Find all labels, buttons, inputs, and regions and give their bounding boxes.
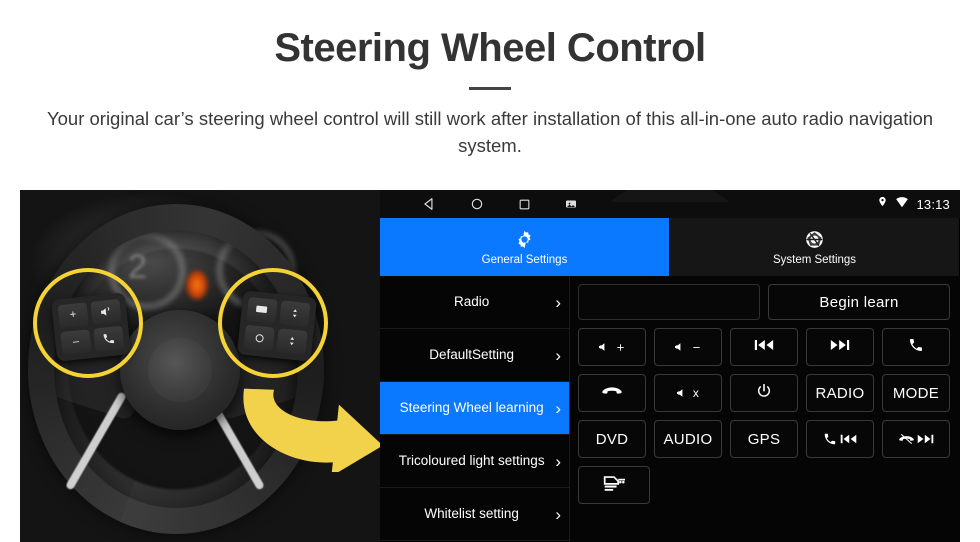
back-icon[interactable] (422, 197, 436, 211)
settings-body: Radio › DefaultSetting › Steering Wheel … (380, 276, 960, 542)
chevron-right-icon: › (555, 398, 561, 418)
sidebar-item-steering-wheel-learning[interactable]: Steering Wheel learning › (380, 382, 569, 435)
chevron-right-icon: › (555, 451, 561, 471)
radio-button[interactable]: RADIO (806, 374, 874, 412)
call-prev-button[interactable] (806, 420, 874, 458)
hangup-next-icon (898, 433, 934, 445)
previous-track-button[interactable] (730, 328, 798, 366)
android-status-bar: 13:13 (380, 190, 960, 218)
chevron-right-icon: › (555, 345, 561, 365)
sidebar-item-defaultsetting[interactable]: DefaultSetting › (380, 329, 569, 382)
settings-sidebar: Radio › DefaultSetting › Steering Wheel … (380, 276, 570, 542)
pointing-arrow (230, 386, 380, 477)
next-track-icon (830, 338, 850, 356)
page-root: Steering Wheel Control Your original car… (0, 0, 980, 542)
recents-icon[interactable] (518, 198, 531, 211)
head-unit-screen: 13:13 General Settings System Settings R… (380, 190, 960, 542)
sidebar-item-whitelist-setting[interactable]: Whitelist setting › (380, 488, 569, 541)
speaker-plus-icon (598, 340, 626, 354)
call-button[interactable] (882, 328, 950, 366)
screenshot-icon[interactable] (565, 198, 577, 210)
speaker-mute-icon: x (676, 386, 699, 400)
mode-button[interactable]: MODE (882, 374, 950, 412)
speaker-minus-icon (674, 340, 702, 354)
status-clock: 13:13 (916, 196, 950, 212)
navigation-buttons (422, 197, 577, 211)
highlight-circle-left (33, 268, 143, 378)
audio-button[interactable]: AUDIO (654, 420, 722, 458)
carplay-button[interactable] (578, 466, 650, 504)
home-icon[interactable] (470, 197, 484, 211)
function-row-1 (578, 328, 950, 366)
media-area: 2 + – 13:13 General Settings System Sett… (20, 190, 960, 542)
sidebar-item-radio-label: Radio (454, 294, 490, 310)
dvd-button[interactable]: DVD (578, 420, 646, 458)
function-row-2: x RADIO MODE (578, 374, 950, 412)
chevron-right-icon: › (555, 504, 561, 524)
sidebar-item-steering-wheel-learning-label: Steering Wheel learning (399, 400, 544, 416)
steering-wheel-photo: 2 + – (20, 190, 380, 542)
settings-tabs: General Settings System Settings (380, 218, 960, 276)
tab-general-settings[interactable]: General Settings (380, 218, 670, 276)
gps-button[interactable]: GPS (730, 420, 798, 458)
page-subtitle: Your original car’s steering wheel contr… (46, 108, 934, 156)
wifi-icon (895, 195, 909, 213)
screen-notch (610, 190, 730, 202)
car-nav-icon (603, 474, 625, 496)
gear-icon (514, 229, 535, 251)
sidebar-item-radio[interactable]: Radio › (380, 276, 569, 329)
status-icons: 13:13 (877, 190, 950, 218)
tab-general-settings-label: General Settings (481, 253, 568, 266)
tab-system-settings[interactable]: System Settings (670, 218, 960, 276)
mute-button[interactable]: x (654, 374, 722, 412)
sidebar-item-tricoloured-light-settings[interactable]: Tricoloured light settings › (380, 435, 569, 488)
highlight-circle-right (218, 268, 328, 378)
next-track-button[interactable] (806, 328, 874, 366)
sidebar-item-defaultsetting-label: DefaultSetting (429, 347, 515, 363)
function-row-4 (578, 466, 950, 504)
header: Steering Wheel Control Your original car… (0, 0, 980, 160)
volume-down-button[interactable] (654, 328, 722, 366)
phone-hangup-icon (602, 385, 622, 402)
hangup-next-button[interactable] (882, 420, 950, 458)
tab-system-settings-label: System Settings (772, 253, 857, 266)
prev-track-icon (754, 338, 774, 356)
steering-wheel-learning-panel: Begin learn x RADIO MODE DVD AUDIO GPS (570, 276, 960, 542)
hangup-button[interactable] (578, 374, 646, 412)
sidebar-item-tricoloured-light-settings-label: Tricoloured light settings (398, 453, 545, 469)
volume-up-button[interactable] (578, 328, 646, 366)
title-divider (469, 87, 511, 90)
function-row-3: DVD AUDIO GPS (578, 420, 950, 458)
page-title: Steering Wheel Control (274, 26, 706, 70)
phone-prev-icon (823, 432, 857, 446)
phone-icon (908, 337, 924, 357)
shutter-icon (804, 229, 825, 251)
learned-key-field[interactable] (578, 284, 760, 320)
begin-learn-button[interactable]: Begin learn (768, 284, 950, 320)
sidebar-item-whitelist-setting-label: Whitelist setting (424, 506, 519, 522)
location-pin-icon (877, 195, 888, 213)
power-button[interactable] (730, 374, 798, 412)
chevron-right-icon: › (555, 292, 561, 312)
power-icon (756, 383, 772, 403)
learn-row: Begin learn (578, 284, 950, 320)
